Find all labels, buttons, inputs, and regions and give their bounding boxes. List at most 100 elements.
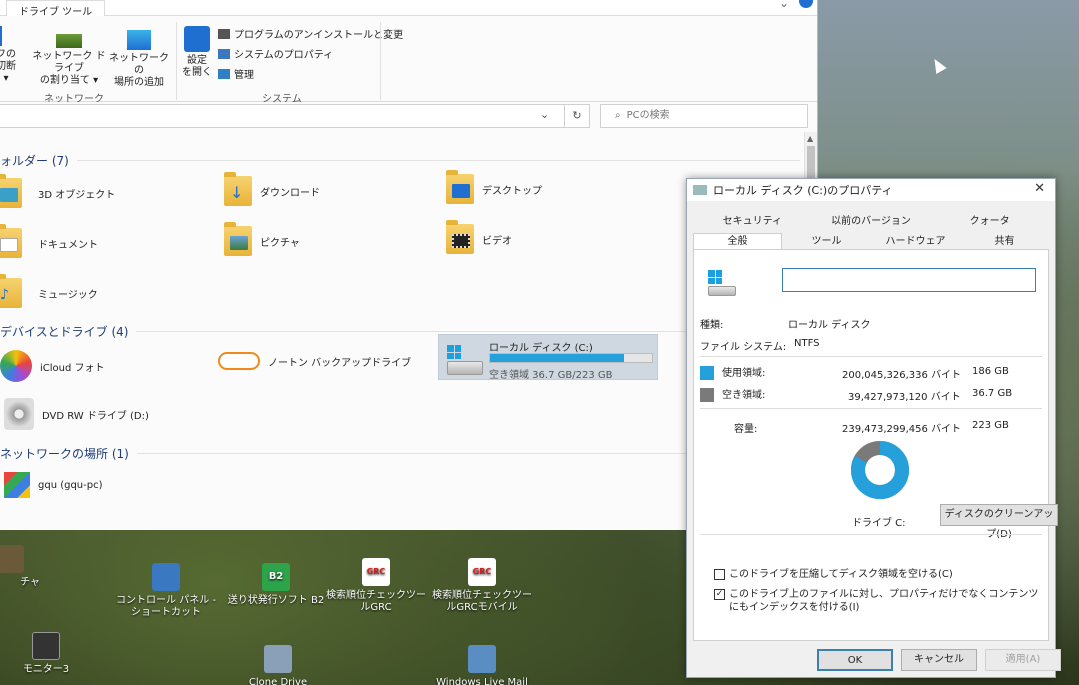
- compress-checkbox[interactable]: [714, 569, 725, 580]
- tab-quota[interactable]: クォータ: [930, 213, 1049, 229]
- open-settings-button[interactable]: 設定 を開く: [180, 26, 214, 79]
- folder-icon: [0, 174, 22, 208]
- system-icon: [218, 48, 230, 59]
- desktop-icon-monitor[interactable]: モニター3: [0, 632, 96, 676]
- divider: [700, 408, 1042, 409]
- tab-drive-tools[interactable]: ドライブ ツール: [6, 0, 106, 18]
- desktop-icon-grc[interactable]: GRC 検索順位チェックツー ルGRC: [326, 558, 426, 614]
- device-dvd-drive[interactable]: DVD RW ドライブ (D:): [4, 398, 149, 430]
- windows-media-icon: [4, 472, 30, 498]
- uninstall-programs-link[interactable]: プログラムのアンインストールと変更: [218, 26, 403, 41]
- tab-tools[interactable]: ツール: [782, 233, 871, 249]
- compress-checkbox-row[interactable]: このドライブを圧縮してディスク領域を空ける(C): [714, 568, 1044, 581]
- clone-drive-icon: [264, 645, 292, 673]
- folder-videos[interactable]: ビデオ: [446, 220, 512, 254]
- used-space-row: 使用領域: 200,045,326,336 バイト 186 GB: [700, 364, 1030, 381]
- section-devices[interactable]: デバイスとドライブ (4): [0, 323, 800, 340]
- desktop-icon-windows-live-mail[interactable]: Windows Live Mail: [432, 645, 532, 685]
- index-checkbox-row[interactable]: ✓ このドライブ上のファイルに対し、プロパティだけでなくコンテンツにもインデック…: [714, 588, 1044, 614]
- monitor-icon: [32, 632, 60, 660]
- search-icon: ⌕: [615, 110, 621, 121]
- desktop-icon-control-panel[interactable]: コントロール パネル - ショートカット: [116, 563, 216, 619]
- folder-icon: [446, 220, 474, 254]
- b2-icon: B2: [262, 563, 290, 591]
- drive-usage-bar: [489, 353, 653, 363]
- index-checkbox[interactable]: ✓: [714, 589, 725, 600]
- device-icloud-photos[interactable]: iCloud フォト: [0, 350, 105, 382]
- folder-music[interactable]: ♪ ミュージック: [0, 274, 98, 308]
- used-space-swatch: [700, 366, 714, 380]
- folder-desktop[interactable]: デスクトップ: [446, 170, 542, 204]
- chevron-down-icon[interactable]: ⌄: [540, 108, 549, 121]
- folder-icon: ↓: [224, 172, 252, 206]
- properties-dialog: ローカル ディスク (C:)のプロパティ ✕ セキュリティ 以前のバージョン ク…: [686, 178, 1061, 678]
- drive-local-disk-c[interactable]: ローカル ディスク (C:) 空き領域 36.7 GB/223 GB: [438, 334, 658, 381]
- address-bar: ⌄ ↻ ⌕ PCの検索: [0, 102, 817, 130]
- manage-icon: [218, 68, 230, 79]
- drive-icon: [693, 185, 707, 195]
- desktop-icon-grc-mobile[interactable]: GRC 検索順位チェックツー ルGRCモバイル: [432, 558, 532, 614]
- tab-row-back: セキュリティ 以前のバージョン クォータ: [693, 213, 1049, 229]
- search-input[interactable]: ⌕ PCの検索: [600, 104, 808, 128]
- folder-icon: ♪: [0, 274, 22, 308]
- folder-icon: [0, 224, 22, 258]
- norton-drive-icon: [218, 352, 260, 370]
- section-folders[interactable]: ォルダー (7): [0, 152, 800, 169]
- map-network-drive-button[interactable]: ネットワーク ドライブ の割り当て ▾: [30, 34, 108, 87]
- type-row: 種類: ローカル ディスク: [700, 320, 871, 331]
- disconnect-drive-button[interactable]: フの 切断 ▾: [0, 26, 18, 85]
- folder-icon: [224, 222, 252, 256]
- tab-row-front: 全般 ツール ハードウェア 共有: [693, 233, 1049, 249]
- drive-name-input[interactable]: [782, 268, 1036, 292]
- scroll-up-icon[interactable]: ▲: [807, 134, 813, 143]
- ribbon: フの 切断 ▾ ネットワーク ドライブ の割り当て ▾ ネットワークの 場所の追…: [0, 16, 817, 105]
- tab-previous-versions[interactable]: 以前のバージョン: [812, 213, 931, 229]
- gear-icon: [184, 26, 210, 52]
- image-icon: [0, 545, 24, 573]
- section-network[interactable]: ネットワークの場所 (1): [0, 445, 800, 462]
- drive-label: ドライブ C:: [852, 518, 906, 529]
- ribbon-tab-bar: ドライブ ツール ⌄: [0, 0, 817, 18]
- folder-3d-objects[interactable]: 3D オブジェクト: [0, 174, 115, 208]
- map-drive-icon: [56, 34, 82, 48]
- tab-hardware[interactable]: ハードウェア: [871, 233, 960, 249]
- ok-button[interactable]: OK: [817, 649, 893, 671]
- grc-mobile-icon: GRC: [468, 558, 496, 586]
- folder-pictures[interactable]: ピクチャ: [224, 222, 300, 256]
- folder-icon: [446, 170, 474, 204]
- drive-usage-fill: [490, 354, 625, 362]
- network-drive-icon: [0, 26, 2, 46]
- add-network-location-button[interactable]: ネットワークの 場所の追加: [108, 30, 170, 89]
- desktop-icon-b2[interactable]: B2 送り状発行ソフト B2: [226, 563, 326, 607]
- divider: [700, 356, 1042, 357]
- network-location-gqu[interactable]: gqu (gqu-pc): [4, 472, 103, 498]
- free-space-swatch: [700, 388, 714, 402]
- cancel-button[interactable]: キャンセル: [901, 649, 977, 671]
- disk-cleanup-button[interactable]: ディスクのクリーンアップ(D): [940, 504, 1058, 540]
- address-input[interactable]: [0, 104, 586, 128]
- device-norton-backup[interactable]: ノートン バックアップドライブ: [218, 352, 411, 370]
- chevron-down-icon[interactable]: ⌄: [779, 0, 789, 10]
- tab-sharing[interactable]: 共有: [960, 233, 1049, 249]
- general-tab-panel: 種類: ローカル ディスク ファイル システム: NTFS 使用領域: 200,…: [693, 249, 1058, 641]
- desktop-icon-clone-drive[interactable]: Clone Drive: [228, 645, 328, 685]
- desktop-icon-partial[interactable]: チャ: [0, 545, 60, 589]
- dvd-drive-icon: [4, 398, 34, 430]
- apply-button[interactable]: 適用(A): [985, 649, 1061, 671]
- tab-general[interactable]: 全般: [693, 233, 782, 249]
- help-icon[interactable]: [799, 0, 813, 8]
- close-icon[interactable]: ✕: [1034, 181, 1045, 196]
- divider: [700, 534, 1042, 535]
- dialog-title-bar: ローカル ディスク (C:)のプロパティ ✕: [687, 179, 1055, 201]
- control-panel-icon: [152, 563, 180, 591]
- mail-icon: [468, 645, 496, 673]
- folder-downloads[interactable]: ↓ ダウンロード: [224, 172, 320, 206]
- filesystem-row: ファイル システム: NTFS: [700, 338, 820, 353]
- monitor-icon: [127, 30, 151, 50]
- manage-link[interactable]: 管理: [218, 66, 254, 81]
- folder-documents[interactable]: ドキュメント: [0, 224, 98, 258]
- system-properties-link[interactable]: システムのプロパティ: [218, 46, 333, 61]
- disk-usage-donut: [851, 441, 909, 499]
- tab-security[interactable]: セキュリティ: [693, 213, 812, 229]
- refresh-button[interactable]: ↻: [564, 104, 590, 128]
